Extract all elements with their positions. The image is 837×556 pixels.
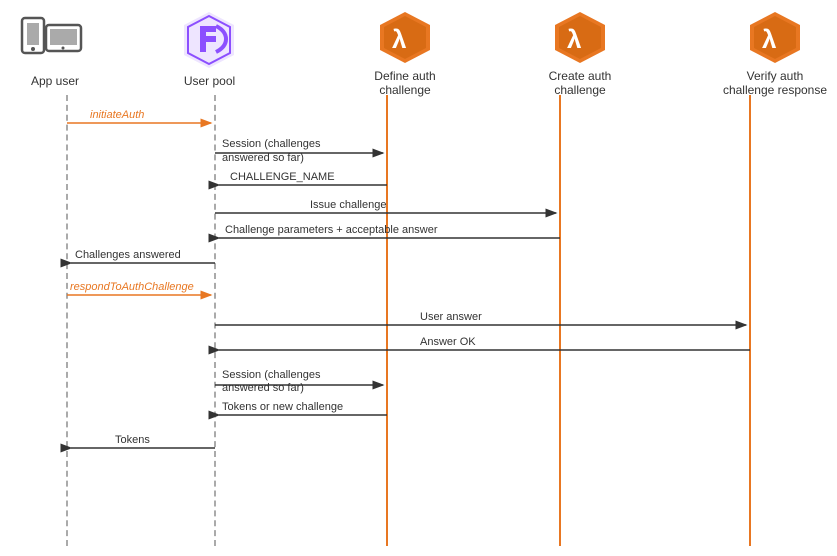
svg-text:initiateAuth: initiateAuth xyxy=(90,109,144,121)
verify-auth-label: Verify auth challenge response xyxy=(720,69,830,97)
svg-text:CHALLENGE_NAME: CHALLENGE_NAME xyxy=(230,171,335,183)
app-user-icon xyxy=(20,10,90,70)
actor-app-user: App user xyxy=(20,10,90,88)
svg-text:Challenges answered: Challenges answered xyxy=(75,249,181,261)
lifeline-app-user xyxy=(66,95,68,546)
svg-text:λ: λ xyxy=(762,24,777,54)
svg-text:Challenge parameters + accepta: Challenge parameters + acceptable answer xyxy=(225,224,438,236)
svg-text:λ: λ xyxy=(567,24,582,54)
define-auth-icon: λ xyxy=(378,10,433,65)
svg-text:User answer: User answer xyxy=(420,311,482,323)
lifeline-verify-auth xyxy=(749,95,751,546)
lifeline-user-pool xyxy=(214,95,216,546)
verify-auth-icon: λ xyxy=(748,10,803,65)
svg-text:Answer OK: Answer OK xyxy=(420,336,476,348)
lifeline-create-auth xyxy=(559,95,561,546)
actor-define-auth: λ Define auth challenge xyxy=(355,10,455,97)
svg-text:answered so far): answered so far) xyxy=(222,152,304,164)
create-auth-icon: λ xyxy=(553,10,608,65)
sequence-diagram: App user User pool λ xyxy=(0,0,837,556)
user-pool-label: User pool xyxy=(184,74,235,88)
app-user-label: App user xyxy=(31,74,79,88)
svg-text:Tokens: Tokens xyxy=(115,434,150,446)
svg-text:Issue challenge: Issue challenge xyxy=(310,199,386,211)
actor-create-auth: λ Create auth challenge xyxy=(530,10,630,97)
svg-text:λ: λ xyxy=(392,24,407,54)
svg-text:Tokens or new challenge: Tokens or new challenge xyxy=(222,401,343,413)
actor-verify-auth: λ Verify auth challenge response xyxy=(720,10,830,97)
svg-text:Session (challenges: Session (challenges xyxy=(222,138,321,150)
create-auth-label: Create auth challenge xyxy=(530,69,630,97)
cognito-icon xyxy=(182,10,237,70)
svg-text:answered so far): answered so far) xyxy=(222,382,304,394)
actor-user-pool: User pool xyxy=(182,10,237,88)
svg-text:respondToAuthChallenge: respondToAuthChallenge xyxy=(70,281,194,293)
define-auth-label: Define auth challenge xyxy=(355,69,455,97)
lifeline-define-auth xyxy=(386,95,388,546)
svg-text:Session (challenges: Session (challenges xyxy=(222,369,321,381)
